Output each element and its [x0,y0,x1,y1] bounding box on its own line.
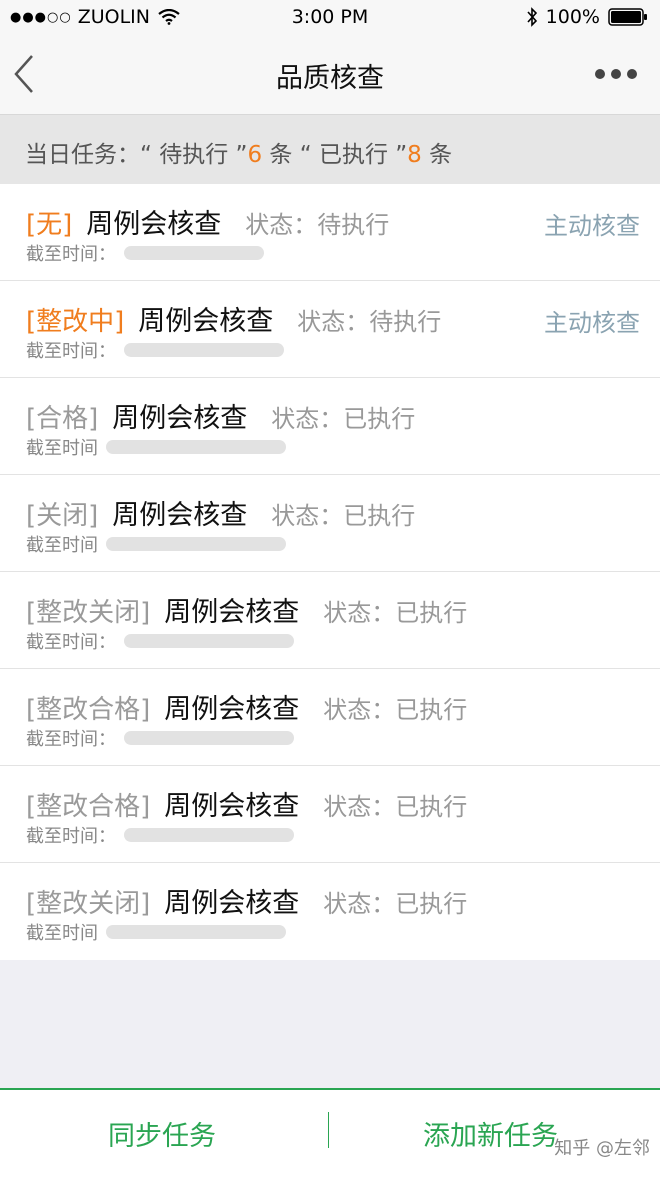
task-tag: [整改合格] [26,695,151,725]
task-tag: [关闭] [26,501,99,531]
task-status: 状态：已执行 [271,405,416,433]
task-row[interactable]: [整改中] 周例会核查 状态：待执行 截至时间： 主动核查 [0,281,660,378]
task-name: 周例会核查 [138,306,274,337]
deadline-label: 截至时间： [26,826,116,847]
task-deadline: 截至时间： [26,822,294,848]
page-title: 品质核查 [276,63,384,94]
task-name: 周例会核查 [164,888,300,919]
task-row[interactable]: [整改合格] 周例会核查 状态：已执行 截至时间： [0,766,660,863]
task-status: 状态：待执行 [245,211,390,239]
task-name: 周例会核查 [164,694,300,725]
deadline-label: 截至时间： [26,341,116,362]
blurred-date [106,537,286,551]
summary-suffix: 条 [421,142,453,168]
nav-bar: 品质核查 [0,36,660,115]
task-status: 状态：已执行 [271,502,416,530]
blurred-date [124,634,294,648]
task-row[interactable]: [无] 周例会核查 状态：待执行 截至时间： 主动核查 [0,184,660,281]
task-deadline: 截至时间： [26,628,294,654]
status-bar: ●●●○○ ZUOLIN 3:00 PM 100% [0,0,660,36]
bottom-action-bar: 同步任务 添加新任务 知乎 @左邻 [0,1088,660,1177]
task-row[interactable]: [整改关闭] 周例会核查 状态：已执行 截至时间 [0,863,660,960]
done-count: 8 [407,142,422,168]
task-tag: [整改合格] [26,792,151,822]
task-name: 周例会核查 [112,403,248,434]
task-name: 周例会核查 [86,209,222,240]
task-status: 状态：待执行 [297,308,442,336]
summary-mid: 条 “ 已执行 ” [262,142,408,168]
blurred-date [124,246,264,260]
deadline-label: 截至时间 [26,438,98,459]
task-tag: [整改关闭] [26,598,151,628]
task-deadline: 截至时间： [26,725,294,751]
task-tag: [整改中] [26,307,125,337]
sync-tasks-button[interactable]: 同步任务 [108,1114,216,1153]
blurred-date [124,731,294,745]
task-name: 周例会核查 [164,597,300,628]
task-deadline: 截至时间 [26,434,286,460]
blurred-date [106,440,286,454]
task-status: 状态：已执行 [323,696,468,724]
active-check-link[interactable]: 主动核查 [544,206,640,241]
task-deadline: 截至时间 [26,531,286,557]
active-check-link[interactable]: 主动核查 [544,303,640,338]
task-tag: [合格] [26,404,99,434]
deadline-label: 截至时间： [26,244,116,265]
add-task-button[interactable]: 添加新任务 [423,1114,558,1153]
deadline-label: 截至时间： [26,632,116,653]
task-list: [无] 周例会核查 状态：待执行 截至时间： 主动核查 [整改中] 周例会核查 … [0,184,660,960]
task-row[interactable]: [整改关闭] 周例会核查 状态：已执行 截至时间： [0,572,660,669]
blurred-date [124,828,294,842]
task-name: 周例会核查 [164,791,300,822]
status-right: 100% [526,6,648,28]
battery-icon [608,8,647,26]
deadline-label: 截至时间： [26,729,116,750]
more-dots-icon[interactable] [594,62,638,86]
blurred-date [106,925,286,939]
task-tag: [整改关闭] [26,889,151,919]
task-name: 周例会核查 [112,500,248,531]
task-deadline: 截至时间： [26,337,284,363]
task-tag: [无] [26,210,73,240]
task-row[interactable]: [整改合格] 周例会核查 状态：已执行 截至时间： [0,669,660,766]
pending-count: 6 [247,142,263,168]
task-deadline: 截至时间： [26,240,264,266]
task-deadline: 截至时间 [26,919,286,945]
task-row[interactable]: [关闭] 周例会核查 状态：已执行 截至时间 [0,475,660,572]
task-status: 状态：已执行 [323,793,468,821]
summary-prefix: 当日任务：“ 待执行 ” [25,142,248,168]
task-status: 状态：已执行 [323,599,468,627]
blurred-date [124,343,284,357]
task-row[interactable]: [合格] 周例会核查 状态：已执行 截至时间 [0,378,660,475]
watermark: 知乎 @左邻 [554,1138,650,1159]
bluetooth-icon [527,7,537,27]
task-summary: 当日任务：“ 待执行 ”6 条 “ 已执行 ”8 条 [0,115,660,184]
battery-percent: 100% [545,6,600,28]
task-status: 状态：已执行 [323,890,468,918]
deadline-label: 截至时间 [26,923,98,944]
button-divider [328,1112,329,1148]
deadline-label: 截至时间 [26,535,98,556]
